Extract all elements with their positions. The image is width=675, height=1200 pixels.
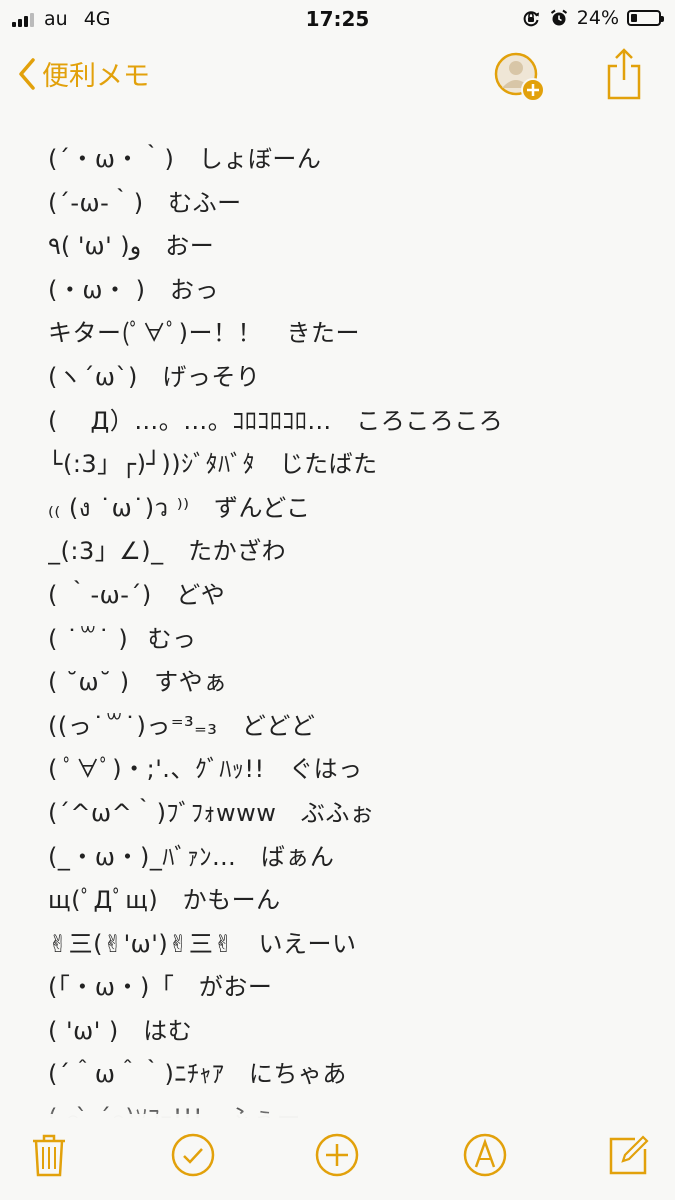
chevron-left-icon <box>19 57 35 90</box>
trash-icon <box>33 1134 65 1177</box>
bottom-toolbar <box>0 1114 675 1200</box>
note-line: キター(ﾟ∀ﾟ)ー！！ きたー <box>48 319 360 348</box>
note-line: (・ω・ ) おっ <box>48 275 219 304</box>
note-line: (´^ω^｀)ﾌﾞﾌｫwww ぶふぉ <box>48 798 375 827</box>
note-line: ✌三(✌'ω')✌三✌ いえーい <box>48 929 357 958</box>
note-line: щ(ﾟДﾟщ) かもーん <box>48 886 281 915</box>
note-line: ٩( 'ω' )و おー <box>48 232 215 261</box>
note-line: └(:3」┌)┘))ｼﾞﾀﾊﾞﾀ じたばた <box>48 450 378 479</box>
compose-button[interactable] <box>604 1130 654 1180</box>
add-button[interactable] <box>312 1130 362 1180</box>
plus-circle-icon <box>315 1133 359 1177</box>
pen-circle-icon <box>463 1133 507 1177</box>
note-line: ( ˘ω˘ ) すやぁ <box>48 668 228 697</box>
notes-screen: au 4G 17:25 24% 便利メモ (´・ω・｀) しょぼーん (´-ω-… <box>0 0 675 1200</box>
note-line: (´・ω・｀) しょぼーん <box>48 145 322 173</box>
note-line: (「・ω・)「 がおー <box>48 973 273 1002</box>
note-line: ( Д）…。…。ｺﾛｺﾛｺﾛ… ころころころ <box>48 406 504 435</box>
checkmark-circle-icon <box>171 1133 215 1177</box>
note-line: (´＾ω＾｀)ﾆﾁｬｱ にちゃあ <box>48 1060 347 1089</box>
note-line: ( ﾟ∀ﾟ)・;'.、ｸﾞﾊｯ!! ぐはっ <box>48 755 363 784</box>
status-right: 24% <box>521 7 664 29</box>
rotation-lock-icon <box>523 11 539 27</box>
note-line: ( 'ω' ) はむ <box>48 1016 193 1045</box>
note-line: ( ˙꒳˙ ) むっ <box>48 624 197 653</box>
delete-button[interactable] <box>24 1130 74 1180</box>
note-text-area[interactable]: (´・ω・｀) しょぼーん (´-ω-｀) むふー ٩( 'ω' )و おー (・ω・… <box>48 138 655 1118</box>
share-icon[interactable] <box>604 46 644 102</box>
compose-icon <box>609 1135 649 1175</box>
alarm-icon <box>550 9 567 26</box>
note-line: (_・ω・)_ﾊﾞｧﾝ… ばぁん <box>48 842 335 871</box>
add-person-icon[interactable] <box>494 52 546 104</box>
sketch-button[interactable] <box>460 1130 510 1180</box>
note-line: (ヽ´ω`) げっそり <box>48 362 261 391</box>
battery-icon <box>627 10 664 26</box>
note-line: ₍₍ (ง ˙ω˙)ว ⁾⁾ ずんどこ <box>48 493 311 522</box>
status-bar: au 4G 17:25 24% <box>0 0 675 40</box>
navigation-bar: 便利メモ <box>0 40 675 110</box>
back-button[interactable]: 便利メモ <box>18 54 150 93</box>
battery-level <box>631 14 637 22</box>
checklist-button[interactable] <box>168 1130 218 1180</box>
note-line: _(:3」∠)_ たかざわ <box>48 537 287 566</box>
back-label: 便利メモ <box>42 61 150 92</box>
note-line: ((っ˙꒳˙)っ⁼³₌₃ どどど <box>48 711 316 740</box>
note-line: ( ｀-ω-´) どや <box>48 580 226 609</box>
battery-percent: 24% <box>576 7 619 29</box>
note-line: (´-ω-｀) むふー <box>48 188 242 217</box>
